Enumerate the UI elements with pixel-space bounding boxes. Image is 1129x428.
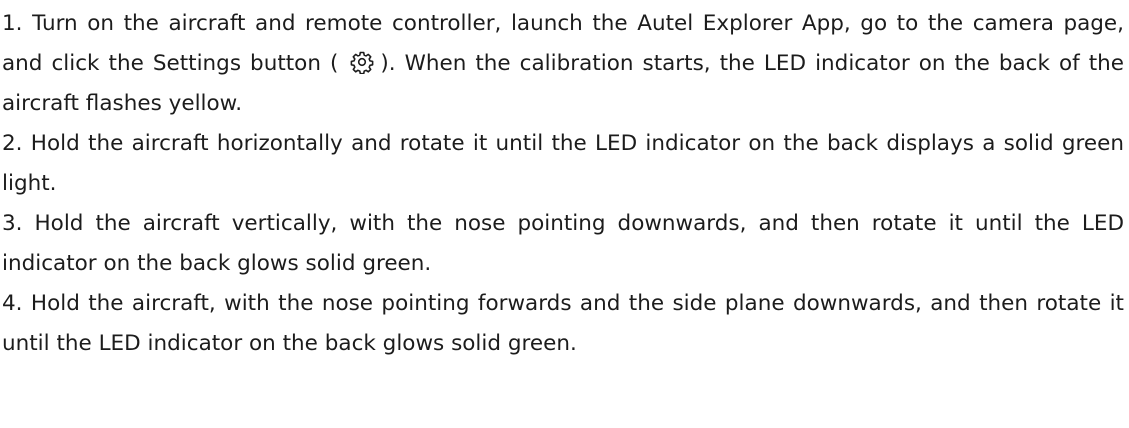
step-3: 3. Hold the aircraft vertically, with th… (2, 211, 1124, 276)
step-4: 4. Hold the aircraft, with the nose poin… (2, 291, 1124, 356)
gear-icon (350, 50, 374, 74)
step-2: 2. Hold the aircraft horizontally and ro… (2, 131, 1124, 196)
step-1: 1. Turn on the aircraft and remote contr… (2, 4, 1124, 124)
instruction-list: 1. Turn on the aircraft and remote contr… (2, 4, 1124, 364)
